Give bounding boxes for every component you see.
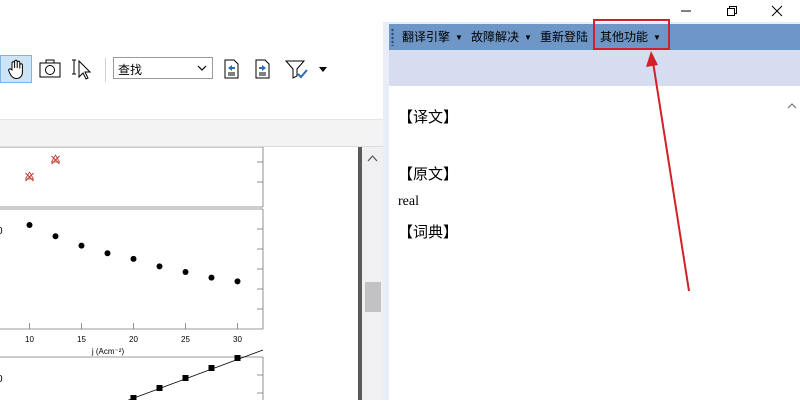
- restore-icon: [727, 6, 737, 16]
- caret-down-icon: ▼: [455, 32, 463, 42]
- original-text: real: [398, 194, 419, 209]
- menu-troubleshoot[interactable]: 故障解决 ▼: [471, 24, 532, 50]
- close-button[interactable]: [754, 0, 800, 22]
- highlight-box: [593, 19, 670, 50]
- search-dropdown-value: 查找: [118, 63, 143, 77]
- search-dropdown[interactable]: 查找: [113, 57, 213, 79]
- translator-vertical-scrollbar[interactable]: [784, 86, 800, 400]
- data-point: [26, 222, 33, 228]
- snapshot-icon: [39, 59, 61, 78]
- menu-translation-engine[interactable]: 翻译引擎 ▼: [402, 24, 463, 50]
- fit-line: [119, 349, 264, 403]
- hand-tool-button[interactable]: [0, 55, 32, 83]
- translation-header: 【译文】: [398, 110, 459, 126]
- select-cursor-button[interactable]: [67, 55, 97, 83]
- x-tick-label: 30: [233, 335, 242, 344]
- menu-troubleshoot-label: 故障解决: [471, 30, 520, 44]
- previous-result-icon: [224, 59, 239, 79]
- chart-marks: 10 15 20 25 30 j (Acm⁻²): [24, 111, 264, 403]
- next-result-button[interactable]: [249, 55, 275, 83]
- caret-down-icon: ▼: [524, 32, 532, 42]
- document-nav-strip: [0, 119, 383, 147]
- translation-output-area: [389, 86, 784, 400]
- snapshot-button[interactable]: [35, 55, 65, 83]
- data-point-square: [156, 385, 163, 391]
- data-point-square: [208, 365, 215, 371]
- menu-relogin-label: 重新登陆: [540, 30, 589, 44]
- filter-button[interactable]: [283, 55, 329, 83]
- menu-relogin[interactable]: 重新登陆: [540, 24, 588, 50]
- chart-bottom-frame: [0, 356, 264, 400]
- data-point: [52, 233, 59, 240]
- scroll-up-arrow-icon[interactable]: [362, 149, 383, 169]
- data-point-square: [130, 395, 137, 401]
- menu-translation-engine-label: 翻译引擎: [402, 30, 451, 44]
- data-point: [104, 250, 111, 257]
- chart-top-frame: [0, 146, 264, 208]
- data-point-square: [182, 375, 189, 381]
- toolbar-grip-handle[interactable]: [391, 28, 394, 46]
- axis-cut-label-2: 0: [0, 374, 3, 385]
- x-tick-label: 10: [25, 335, 34, 344]
- axis-cut-label-1: 0: [0, 226, 3, 237]
- data-point: [78, 242, 85, 249]
- x-tick-label: 15: [77, 335, 86, 344]
- data-point: [208, 274, 215, 281]
- toolbar-separator: [105, 58, 106, 82]
- scrollbar-thumb[interactable]: [365, 282, 381, 312]
- x-axis-label: j (Acm⁻²): [91, 347, 125, 356]
- chevron-down-icon: [319, 67, 327, 72]
- data-point: [156, 263, 163, 270]
- original-header: 【原文】: [398, 167, 459, 183]
- select-cursor-icon: [72, 59, 92, 80]
- hand-tool-icon: [8, 59, 23, 80]
- minimize-icon: [681, 10, 691, 12]
- dictionary-header: 【词典】: [398, 225, 459, 241]
- translator-toolbar-area: [389, 50, 800, 86]
- scroll-up-arrow-icon[interactable]: [784, 98, 800, 114]
- x-tick-label: 20: [129, 335, 138, 344]
- previous-result-button[interactable]: [218, 55, 244, 83]
- filter-icon: [284, 60, 308, 79]
- close-icon: [771, 5, 783, 17]
- x-tick-label: 25: [181, 335, 190, 344]
- data-point: [130, 255, 137, 262]
- data-point: [182, 269, 189, 275]
- pdf-figure-chart: 0 0 10 15 20 25 30 j (Acm⁻²): [0, 111, 264, 403]
- data-point: [234, 278, 241, 285]
- chart-middle-frame: [0, 208, 264, 330]
- chevron-down-icon: [197, 65, 207, 71]
- next-result-icon: [255, 59, 270, 79]
- pdf-document-page: 0 0 10 15 20 25 30 j (Acm⁻²): [0, 111, 360, 403]
- pdf-vertical-scrollbar[interactable]: [362, 147, 383, 400]
- data-point-triangle-marker: [24, 171, 35, 180]
- data-point-square: [234, 355, 241, 361]
- restore-button[interactable]: [709, 0, 755, 22]
- left-axis-cut-labels: 0 0: [0, 226, 3, 385]
- data-point-triangle-marker: [50, 154, 61, 163]
